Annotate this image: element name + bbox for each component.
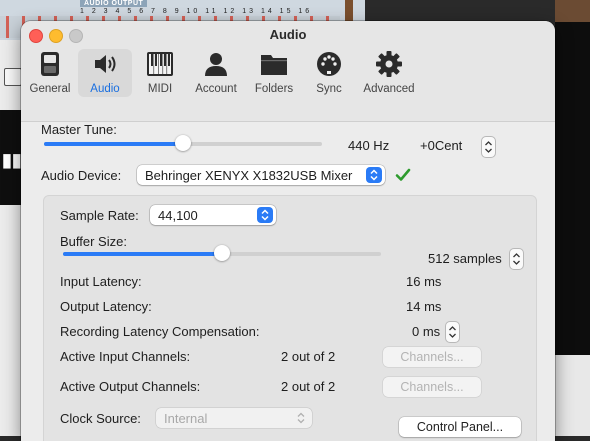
buffer-size-slider-thumb[interactable]	[214, 245, 230, 261]
active-input-channels-value: 2 out of 2	[281, 349, 336, 364]
output-channels-button[interactable]: Channels...	[383, 377, 481, 397]
sample-rate-select[interactable]: 44,100	[150, 205, 276, 225]
master-tune-stepper[interactable]	[481, 136, 496, 158]
buffer-size-slider-fill	[63, 252, 222, 256]
tab-advanced[interactable]: Advanced	[359, 49, 419, 97]
stepper-arrows-icon	[513, 253, 520, 265]
audio-device-label: Audio Device:	[41, 168, 122, 183]
buffer-size-slider[interactable]	[63, 245, 381, 261]
person-icon	[205, 53, 227, 76]
popup-arrows-icon	[293, 410, 309, 426]
master-tune-hz: 440 Hz	[348, 138, 390, 153]
background-tool-icon[interactable]	[4, 68, 22, 86]
background-right-lower	[555, 355, 590, 436]
popup-arrows-icon	[366, 167, 382, 183]
output-latency-value: 14 ms	[406, 299, 442, 314]
device-settings-group: Sample Rate: 44,100 Buffer Size: 512 sam…	[43, 195, 537, 441]
tab-advanced-label: Advanced	[363, 83, 415, 95]
sample-rate-label: Sample Rate:	[60, 208, 139, 223]
checkmark-icon	[395, 168, 411, 181]
switch-icon	[41, 52, 59, 76]
toolbar: Audio General Audio MIDI Account Folders…	[21, 21, 555, 122]
buffer-size-stepper[interactable]	[509, 248, 524, 270]
master-tune-slider[interactable]	[44, 135, 322, 151]
input-latency-label: Input Latency:	[60, 274, 142, 289]
stepper-arrows-icon	[449, 326, 456, 338]
input-channels-button[interactable]: Channels...	[383, 347, 481, 367]
background-window-edge	[345, 0, 353, 22]
recording-latency-compensation-label: Recording Latency Compensation:	[60, 324, 260, 339]
stepper-arrows-icon	[485, 141, 492, 153]
popup-arrows-icon	[257, 207, 273, 223]
tab-account-label: Account	[195, 83, 237, 95]
tab-general[interactable]: General	[25, 49, 75, 97]
buffer-size-label: Buffer Size:	[60, 234, 127, 249]
window-title: Audio	[269, 27, 307, 42]
sample-rate-value: 44,100	[158, 208, 198, 223]
tab-general-label: General	[29, 83, 71, 95]
gear-icon	[376, 51, 402, 77]
buffer-size-value: 512 samples	[428, 251, 502, 266]
speaker-icon	[95, 55, 116, 73]
audio-device-value: Behringer XENYX X1832USB Mixer	[145, 168, 353, 183]
audio-device-select[interactable]: Behringer XENYX X1832USB Mixer	[137, 165, 385, 185]
master-tune-slider-fill	[44, 142, 183, 146]
background-mixer-label: AUDIO OUTPUT	[80, 0, 148, 7]
active-output-channels-label: Active Output Channels:	[60, 379, 201, 394]
control-panel-button[interactable]: Control Panel...	[399, 417, 521, 437]
output-latency-label: Output Latency:	[60, 299, 152, 314]
master-tune-slider-thumb[interactable]	[175, 135, 191, 151]
active-input-channels-label: Active Input Channels:	[60, 349, 191, 364]
keyboard-icon	[147, 52, 173, 76]
background-right-top	[555, 0, 590, 22]
input-latency-value: 16 ms	[406, 274, 442, 289]
tab-midi[interactable]: MIDI	[137, 49, 183, 97]
tab-account[interactable]: Account	[191, 49, 241, 97]
clock-source-value: Internal	[164, 411, 208, 426]
tab-audio-label: Audio	[90, 83, 120, 95]
clock-source-label: Clock Source:	[60, 411, 141, 426]
tab-midi-label: MIDI	[147, 83, 173, 95]
pause-icon[interactable]: ▮▮	[2, 150, 22, 171]
audio-preferences-window: Audio General Audio MIDI Account Folders…	[21, 21, 555, 441]
master-tune-cent: +0Cent	[420, 138, 463, 153]
background-channel-numbers: 1 2 3 4 5 6 7 8 9 10 11 12 13 14 15 16	[80, 8, 313, 15]
background-left-panel	[0, 40, 22, 436]
recording-latency-stepper[interactable]	[445, 321, 460, 343]
clock-source-select[interactable]: Internal	[156, 408, 312, 428]
tab-folders[interactable]: Folders	[249, 49, 299, 97]
tab-folders-label: Folders	[254, 83, 294, 95]
folder-icon	[261, 55, 287, 75]
tab-audio[interactable]: Audio	[78, 49, 132, 97]
tab-sync[interactable]: Sync	[308, 49, 350, 97]
tab-sync-label: Sync	[316, 83, 342, 95]
active-output-channels-value: 2 out of 2	[281, 379, 336, 394]
midi-port-icon	[317, 52, 341, 76]
master-tune-label: Master Tune:	[41, 122, 117, 137]
recording-latency-compensation-value: 0 ms	[412, 324, 441, 339]
